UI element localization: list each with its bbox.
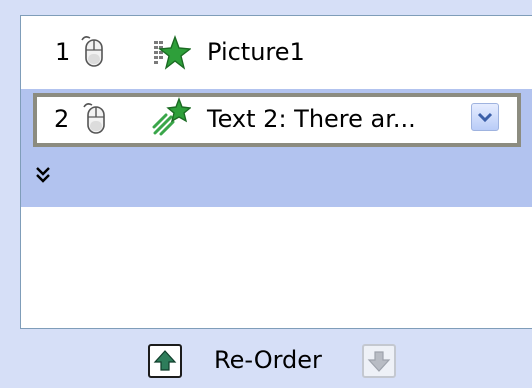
animation-item[interactable]: 1 Picture1	[21, 24, 532, 82]
fly-in-effect-icon	[152, 97, 191, 136]
double-chevron-down-icon[interactable]	[33, 165, 53, 185]
animation-number: 2	[54, 105, 70, 133]
animation-label: Text 2: There ar...	[207, 105, 416, 133]
arrow-up-icon	[153, 350, 177, 371]
animation-item-selected[interactable]: 2 Text 2: There ar...	[21, 89, 532, 207]
animation-number: 1	[55, 38, 71, 66]
mouse-icon	[83, 103, 105, 134]
chevron-down-icon	[477, 112, 493, 123]
animation-label: Picture1	[207, 38, 305, 66]
arrow-down-icon	[367, 351, 391, 372]
reorder-label: Re-Order	[214, 346, 322, 374]
custom-animation-pane: 1 Picture1 2 Text 2: There ar... Re-Orde…	[0, 0, 532, 388]
reorder-bar: Re-Order	[0, 334, 532, 388]
mouse-icon	[81, 36, 103, 67]
animation-list[interactable]: 1 Picture1 2 Text 2: There ar...	[20, 15, 532, 329]
move-up-button[interactable]	[148, 344, 182, 378]
entrance-effect-icon	[154, 34, 191, 70]
move-down-button[interactable]	[362, 344, 396, 378]
item-dropdown-button[interactable]	[471, 103, 499, 131]
